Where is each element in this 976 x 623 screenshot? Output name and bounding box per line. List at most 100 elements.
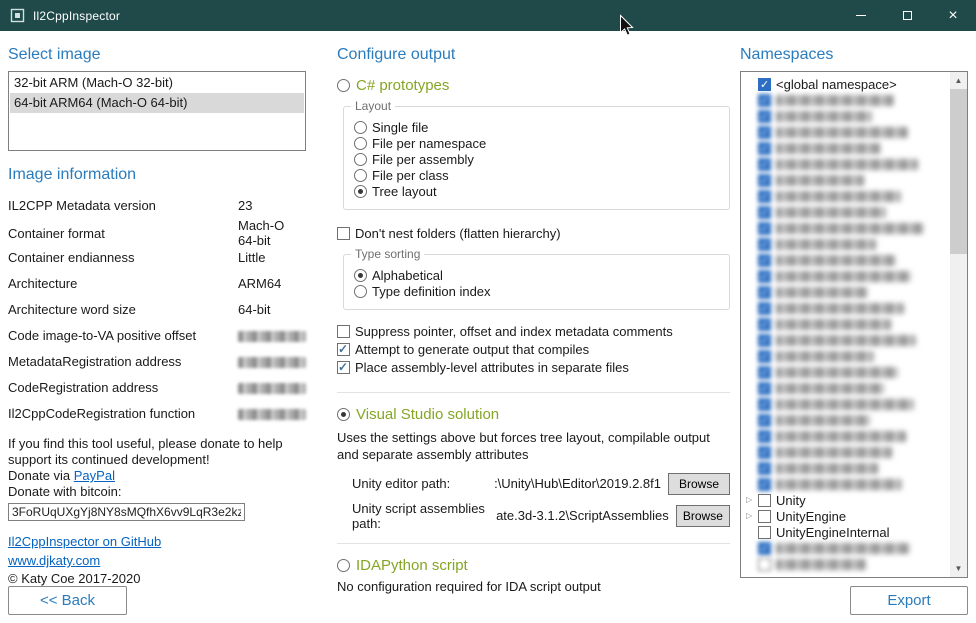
namespace-item[interactable]: <global namespace>: [746, 76, 946, 92]
bitcoin-address-input[interactable]: [8, 503, 245, 521]
namespace-checkbox[interactable]: [758, 238, 771, 251]
csharp-prototypes-radio[interactable]: C# prototypes: [337, 77, 730, 94]
scroll-up-icon[interactable]: ▲: [950, 72, 967, 89]
namespace-item[interactable]: [746, 268, 946, 284]
close-button[interactable]: ×: [930, 0, 976, 31]
namespace-checkbox[interactable]: [758, 334, 771, 347]
namespace-checkbox[interactable]: [758, 142, 771, 155]
namespace-item[interactable]: [746, 204, 946, 220]
select-image-list[interactable]: 32-bit ARM (Mach-O 32-bit)64-bit ARM64 (…: [8, 71, 306, 151]
namespace-checkbox[interactable]: [758, 414, 771, 427]
namespace-item[interactable]: [746, 460, 946, 476]
namespace-item[interactable]: [746, 220, 946, 236]
namespace-item[interactable]: [746, 140, 946, 156]
type-sorting-option[interactable]: Type definition index: [354, 284, 719, 299]
namespace-checkbox[interactable]: [758, 542, 771, 555]
namespace-checkbox[interactable]: [758, 526, 771, 539]
namespace-item[interactable]: [746, 252, 946, 268]
namespace-checkbox[interactable]: [758, 126, 771, 139]
scroll-down-icon[interactable]: ▼: [950, 560, 967, 577]
layout-option[interactable]: Tree layout: [354, 184, 719, 199]
select-image-option[interactable]: 64-bit ARM64 (Mach-O 64-bit): [10, 93, 304, 113]
namespace-item[interactable]: [746, 412, 946, 428]
namespace-checkbox[interactable]: [758, 222, 771, 235]
layout-option[interactable]: File per assembly: [354, 152, 719, 167]
namespace-item[interactable]: [746, 284, 946, 300]
namespace-item[interactable]: [746, 380, 946, 396]
namespace-item[interactable]: [746, 396, 946, 412]
namespace-checkbox[interactable]: [758, 94, 771, 107]
namespace-checkbox[interactable]: [758, 558, 771, 571]
namespace-item[interactable]: [746, 364, 946, 380]
namespace-item[interactable]: [746, 188, 946, 204]
namespace-item[interactable]: [746, 124, 946, 140]
output-option-checkbox[interactable]: Place assembly-level attributes in separ…: [337, 358, 730, 376]
layout-option[interactable]: File per namespace: [354, 136, 719, 151]
namespace-checkbox[interactable]: [758, 254, 771, 267]
csharp-prototypes-label: C# prototypes: [356, 77, 449, 94]
redacted-namespace: [776, 159, 918, 170]
namespace-checkbox[interactable]: [758, 286, 771, 299]
namespace-item[interactable]: [746, 348, 946, 364]
namespace-item[interactable]: [746, 332, 946, 348]
namespace-item[interactable]: [746, 236, 946, 252]
namespace-item[interactable]: [746, 172, 946, 188]
namespace-checkbox[interactable]: [758, 446, 771, 459]
namespace-item[interactable]: [746, 316, 946, 332]
paypal-link[interactable]: PayPal: [74, 468, 115, 483]
namespace-item[interactable]: [746, 428, 946, 444]
visual-studio-solution-radio[interactable]: Visual Studio solution: [337, 406, 730, 423]
output-option-checkbox[interactable]: Attempt to generate output that compiles: [337, 340, 730, 358]
maximize-button[interactable]: [884, 0, 930, 31]
namespace-item[interactable]: [746, 108, 946, 124]
expander-icon[interactable]: ▷: [746, 492, 758, 508]
namespace-item[interactable]: [746, 476, 946, 492]
back-button[interactable]: << Back: [8, 586, 127, 615]
layout-option[interactable]: File per class: [354, 168, 719, 183]
namespace-item[interactable]: [746, 300, 946, 316]
export-button[interactable]: Export: [850, 586, 968, 615]
namespace-item[interactable]: [746, 444, 946, 460]
flatten-checkbox[interactable]: Don't nest folders (flatten hierarchy): [337, 224, 730, 242]
namespace-checkbox[interactable]: [758, 78, 771, 91]
github-link[interactable]: Il2CppInspector on GitHub: [8, 534, 161, 549]
namespace-checkbox[interactable]: [758, 398, 771, 411]
namespace-item[interactable]: [746, 556, 946, 572]
namespace-checkbox[interactable]: [758, 302, 771, 315]
namespace-item[interactable]: ▷Unity: [746, 492, 946, 508]
namespaces-scrollbar[interactable]: ▲ ▼: [950, 72, 967, 577]
select-image-option[interactable]: 32-bit ARM (Mach-O 32-bit): [10, 73, 304, 93]
expander-icon[interactable]: ▷: [746, 508, 758, 524]
namespace-checkbox[interactable]: [758, 430, 771, 443]
namespace-item[interactable]: [746, 156, 946, 172]
namespace-item[interactable]: UnityEngineInternal: [746, 524, 946, 540]
browse-script-assemblies-button[interactable]: Browse: [676, 505, 730, 527]
namespace-item[interactable]: [746, 92, 946, 108]
namespace-checkbox[interactable]: [758, 190, 771, 203]
namespace-checkbox[interactable]: [758, 206, 771, 219]
browse-unity-editor-button[interactable]: Browse: [668, 473, 730, 495]
output-option-checkbox[interactable]: Suppress pointer, offset and index metad…: [337, 322, 730, 340]
website-link[interactable]: www.djkaty.com: [8, 553, 100, 568]
namespace-checkbox[interactable]: [758, 366, 771, 379]
info-value: [238, 328, 306, 343]
redacted-value: [238, 409, 306, 420]
namespace-item[interactable]: ▷UnityEngine: [746, 508, 946, 524]
namespace-checkbox[interactable]: [758, 462, 771, 475]
namespace-checkbox[interactable]: [758, 510, 771, 523]
minimize-button[interactable]: [838, 0, 884, 31]
scrollbar-thumb[interactable]: [950, 89, 967, 254]
namespace-item[interactable]: [746, 540, 946, 556]
idapython-script-radio[interactable]: IDAPython script: [337, 557, 730, 574]
namespace-checkbox[interactable]: [758, 174, 771, 187]
namespace-checkbox[interactable]: [758, 350, 771, 363]
namespace-checkbox[interactable]: [758, 382, 771, 395]
namespace-checkbox[interactable]: [758, 158, 771, 171]
namespace-checkbox[interactable]: [758, 494, 771, 507]
namespace-checkbox[interactable]: [758, 270, 771, 283]
namespace-checkbox[interactable]: [758, 478, 771, 491]
namespace-checkbox[interactable]: [758, 110, 771, 123]
layout-option[interactable]: Single file: [354, 120, 719, 135]
namespace-checkbox[interactable]: [758, 318, 771, 331]
type-sorting-option[interactable]: Alphabetical: [354, 268, 719, 283]
